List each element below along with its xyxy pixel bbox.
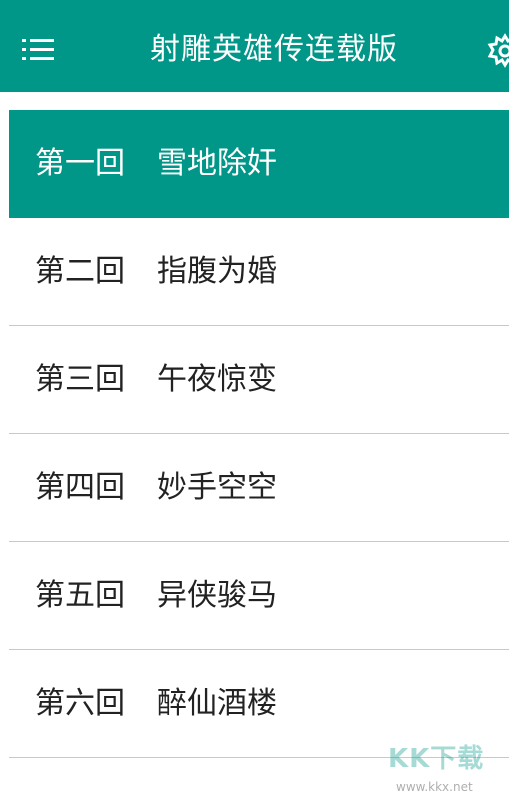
chapter-item-5[interactable]: 第五回 异侠骏马	[9, 542, 509, 650]
chapter-title: 异侠骏马	[157, 578, 277, 613]
chapter-item-3[interactable]: 第三回 午夜惊变	[9, 326, 509, 434]
page-title: 射雕英雄传连载版	[150, 32, 398, 67]
gear-icon	[487, 33, 509, 68]
chapter-list: 第一回 雪地除奸 第二回 指腹为婚 第三回 午夜惊变 第四回 妙手空空 第五回 …	[9, 110, 509, 758]
chapter-item-2[interactable]: 第二回 指腹为婚	[9, 218, 509, 326]
watermark-url: www.kkx.net	[396, 780, 473, 794]
chapter-item-4[interactable]: 第四回 妙手空空	[9, 434, 509, 542]
chapter-number: 第二回	[35, 254, 125, 289]
chapter-title: 雪地除奸	[157, 146, 277, 181]
chapter-number: 第三回	[35, 362, 125, 397]
chapter-item-1[interactable]: 第一回 雪地除奸	[9, 110, 509, 218]
chapter-number: 第六回	[35, 686, 125, 721]
app-window: 射雕英雄传连载版 第一回 雪地除奸 第二回 指腹为婚 第三回 午夜惊变 第四回 …	[0, 0, 509, 798]
chapter-title: 妙手空空	[157, 470, 277, 505]
chapter-title: 午夜惊变	[157, 362, 277, 397]
chapter-number: 第五回	[35, 578, 125, 613]
chapter-number: 第四回	[35, 470, 125, 505]
chapter-title: 醉仙酒楼	[157, 686, 277, 721]
chapter-title: 指腹为婚	[157, 254, 277, 289]
settings-button[interactable]	[486, 32, 509, 70]
chapter-number: 第一回	[35, 146, 125, 181]
chapter-item-6[interactable]: 第六回 醉仙酒楼	[9, 650, 509, 758]
app-toolbar: 射雕英雄传连载版	[0, 0, 509, 92]
